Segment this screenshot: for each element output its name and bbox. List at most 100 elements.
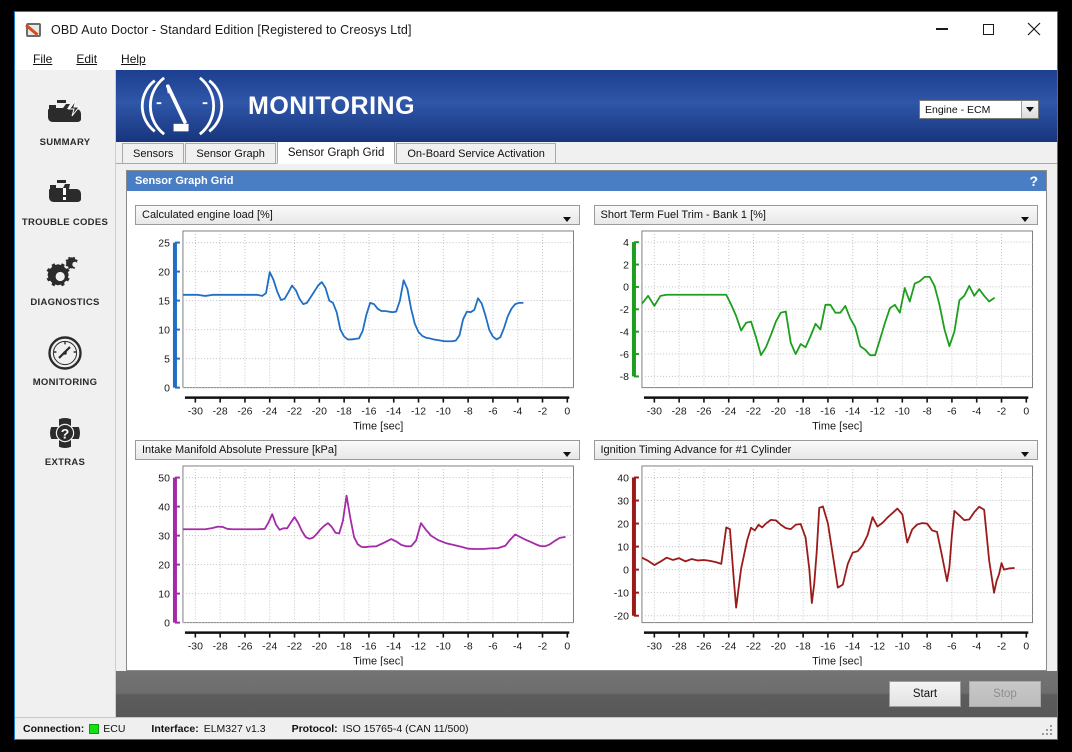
protocol-label: Protocol: — [292, 723, 338, 735]
start-button[interactable]: Start — [889, 681, 961, 707]
svg-text:-6: -6 — [488, 641, 497, 652]
application-window: OBD Auto Doctor - Standard Edition [Regi… — [14, 11, 1058, 740]
menu-item-file[interactable]: File — [33, 52, 52, 66]
svg-text:-16: -16 — [361, 407, 376, 418]
svg-text:-8: -8 — [619, 372, 628, 383]
svg-text:10: 10 — [617, 542, 629, 553]
svg-text:-28: -28 — [671, 407, 686, 418]
sensor-select-1[interactable]: Short Term Fuel Trim - Bank 1 [%] — [594, 205, 1039, 225]
status-connection: Connection: ECU — [23, 723, 125, 735]
svg-text:2: 2 — [623, 260, 629, 271]
tab-on-board-service-activation[interactable]: On-Board Service Activation — [396, 143, 556, 163]
sensor-select-3[interactable]: Ignition Timing Advance for #1 Cylinder — [594, 440, 1039, 460]
menu-item-edit[interactable]: Edit — [76, 52, 97, 66]
svg-text:20: 20 — [617, 519, 629, 530]
svg-text:-8: -8 — [922, 641, 931, 652]
ecu-select-value: Engine - ECM — [925, 104, 990, 116]
help-icon[interactable]: ? — [1029, 173, 1038, 189]
svg-text:-2: -2 — [538, 641, 547, 652]
close-icon — [1027, 22, 1041, 36]
svg-text:-18: -18 — [795, 641, 810, 652]
svg-text:0: 0 — [164, 618, 170, 629]
page-banner: MONITORING Engine - ECM — [116, 70, 1057, 142]
svg-text:-26: -26 — [696, 641, 711, 652]
svg-text:-18: -18 — [337, 641, 352, 652]
svg-text:10: 10 — [158, 325, 170, 336]
menu-edit-label: Edit — [76, 52, 97, 66]
svg-text:-30: -30 — [188, 407, 203, 418]
sensor-select-2[interactable]: Intake Manifold Absolute Pressure [kPa] — [135, 440, 580, 460]
svg-text:-28: -28 — [213, 641, 228, 652]
svg-text:-4: -4 — [513, 407, 522, 418]
sidebar-item-label: EXTRAS — [45, 457, 85, 468]
svg-text:-14: -14 — [845, 407, 860, 418]
svg-text:-10: -10 — [894, 407, 909, 418]
svg-text:-22: -22 — [287, 407, 302, 418]
svg-text:-2: -2 — [619, 305, 628, 316]
svg-text:-30: -30 — [646, 641, 661, 652]
tab-label: Sensor Graph — [196, 148, 264, 160]
chevron-down-icon — [1021, 448, 1029, 460]
svg-text:-26: -26 — [237, 407, 252, 418]
tab-label: On-Board Service Activation — [407, 148, 545, 160]
status-interface: Interface: ELM327 v1.3 — [151, 723, 265, 735]
svg-text:Time [sec]: Time [sec] — [812, 655, 862, 666]
sensor-graph-grid-panel: Sensor Graph Grid ? Calculated engine lo… — [126, 170, 1047, 671]
page-title: MONITORING — [248, 92, 415, 121]
svg-text:Time [sec]: Time [sec] — [353, 421, 403, 432]
sidebar-item-summary[interactable]: SUMMARY — [15, 80, 115, 160]
sidebar-item-diagnostics[interactable]: DIAGNOSTICS — [15, 240, 115, 320]
menu-file-label: File — [33, 52, 52, 66]
svg-text:-2: -2 — [996, 641, 1005, 652]
svg-text:-6: -6 — [947, 641, 956, 652]
svg-text:-4: -4 — [513, 641, 522, 652]
svg-text:-10: -10 — [436, 641, 451, 652]
tab-sensors[interactable]: Sensors — [122, 143, 184, 163]
svg-text:-26: -26 — [696, 407, 711, 418]
svg-text:-20: -20 — [312, 641, 327, 652]
svg-text:-16: -16 — [361, 641, 376, 652]
panel-wrapper: Sensor Graph Grid ? Calculated engine lo… — [116, 164, 1057, 671]
chevron-down-icon — [1021, 101, 1038, 118]
svg-text:0: 0 — [564, 641, 570, 652]
start-label: Start — [913, 688, 937, 700]
svg-text:-8: -8 — [463, 407, 472, 418]
sensor-select-label: Calculated engine load [%] — [142, 209, 273, 221]
tab-label: Sensor Graph Grid — [288, 147, 385, 159]
tab-sensor-graph-grid[interactable]: Sensor Graph Grid — [277, 141, 396, 164]
tab-sensor-graph[interactable]: Sensor Graph — [185, 143, 275, 163]
chevron-down-icon — [1021, 213, 1029, 225]
resize-grip-icon[interactable] — [1041, 724, 1053, 736]
interface-label: Interface: — [151, 723, 198, 735]
svg-text:-6: -6 — [488, 407, 497, 418]
svg-text:0: 0 — [1023, 407, 1029, 418]
minimize-button[interactable] — [919, 12, 965, 46]
sidebar-item-extras[interactable]: ? EXTRAS — [15, 400, 115, 480]
sidebar-item-monitoring[interactable]: MONITORING — [15, 320, 115, 400]
chevron-down-icon — [563, 213, 571, 225]
svg-text:-18: -18 — [337, 407, 352, 418]
connection-label: Connection: — [23, 723, 84, 735]
chart-2: 01020304050-30-28-26-24-22-20-18-16-14-1… — [135, 460, 580, 667]
status-protocol: Protocol: ISO 15765-4 (CAN 11/500) — [292, 723, 469, 735]
svg-text:-4: -4 — [972, 407, 981, 418]
chart-cell-2: Intake Manifold Absolute Pressure [kPa] … — [135, 432, 580, 667]
ecu-select[interactable]: Engine - ECM — [919, 100, 1039, 119]
svg-text:10: 10 — [158, 589, 170, 600]
sensor-select-0[interactable]: Calculated engine load [%] — [135, 205, 580, 225]
maximize-button[interactable] — [965, 12, 1011, 46]
menu-item-help[interactable]: Help — [121, 52, 146, 66]
window-title: OBD Auto Doctor - Standard Edition [Regi… — [51, 23, 412, 37]
svg-text:-22: -22 — [745, 407, 760, 418]
svg-text:-12: -12 — [869, 407, 884, 418]
chart-cell-3: Ignition Timing Advance for #1 Cylinder … — [594, 432, 1039, 667]
svg-text:0: 0 — [623, 565, 629, 576]
sidebar-item-trouble-codes[interactable]: TROUBLE CODES — [15, 160, 115, 240]
close-button[interactable] — [1011, 12, 1057, 46]
tab-label: Sensors — [133, 148, 173, 160]
connection-value: ECU — [103, 723, 125, 735]
menu-bar: File Edit Help — [15, 48, 1057, 70]
svg-text:-20: -20 — [770, 407, 785, 418]
svg-text:20: 20 — [158, 560, 170, 571]
svg-text:30: 30 — [617, 496, 629, 507]
